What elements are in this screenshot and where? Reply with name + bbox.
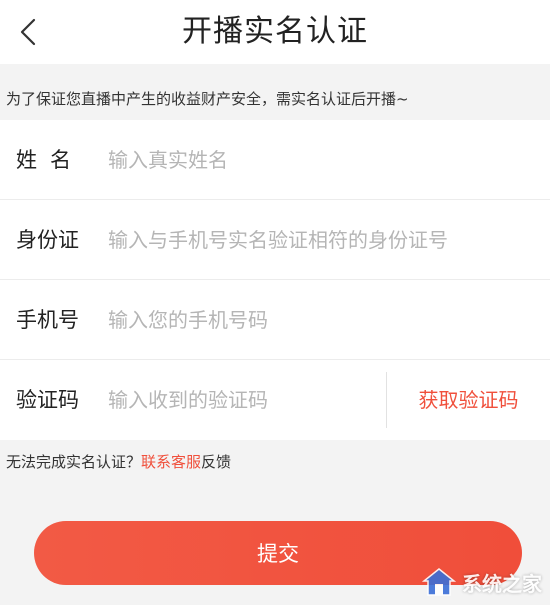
help-suffix: 反馈 xyxy=(201,453,232,471)
verification-form: 姓名 身份证 手机号 验证码 获取验证码 xyxy=(0,120,550,440)
help-text: 无法完成实名认证？联系客服反馈 xyxy=(6,448,231,476)
phone-input[interactable] xyxy=(108,300,508,340)
code-label: 验证码 xyxy=(16,388,79,412)
id-card-row: 身份证 xyxy=(0,200,550,280)
house-logo-icon xyxy=(422,568,456,596)
id-card-input[interactable] xyxy=(108,220,508,260)
name-input[interactable] xyxy=(108,140,508,180)
phone-row: 手机号 xyxy=(0,280,550,360)
code-input[interactable] xyxy=(108,380,378,420)
notice-text: 为了保证您直播中产生的收益财产安全，需实名认证后开播~ xyxy=(6,90,409,108)
help-prefix: 无法完成实名认证？ xyxy=(6,453,142,471)
phone-label: 手机号 xyxy=(16,308,79,332)
get-code-button[interactable]: 获取验证码 xyxy=(387,360,550,440)
header-bar: 开播实名认证 xyxy=(0,0,550,64)
name-label: 姓名 xyxy=(16,148,84,172)
id-card-label: 身份证 xyxy=(16,228,79,252)
name-row: 姓名 xyxy=(0,120,550,200)
watermark-text: 系统之家 xyxy=(462,571,542,596)
watermark: 系统之家 xyxy=(422,567,542,597)
contact-support-link[interactable]: 联系客服 xyxy=(141,453,201,471)
page-title: 开播实名认证 xyxy=(182,14,368,49)
code-row: 验证码 获取验证码 xyxy=(0,360,550,440)
